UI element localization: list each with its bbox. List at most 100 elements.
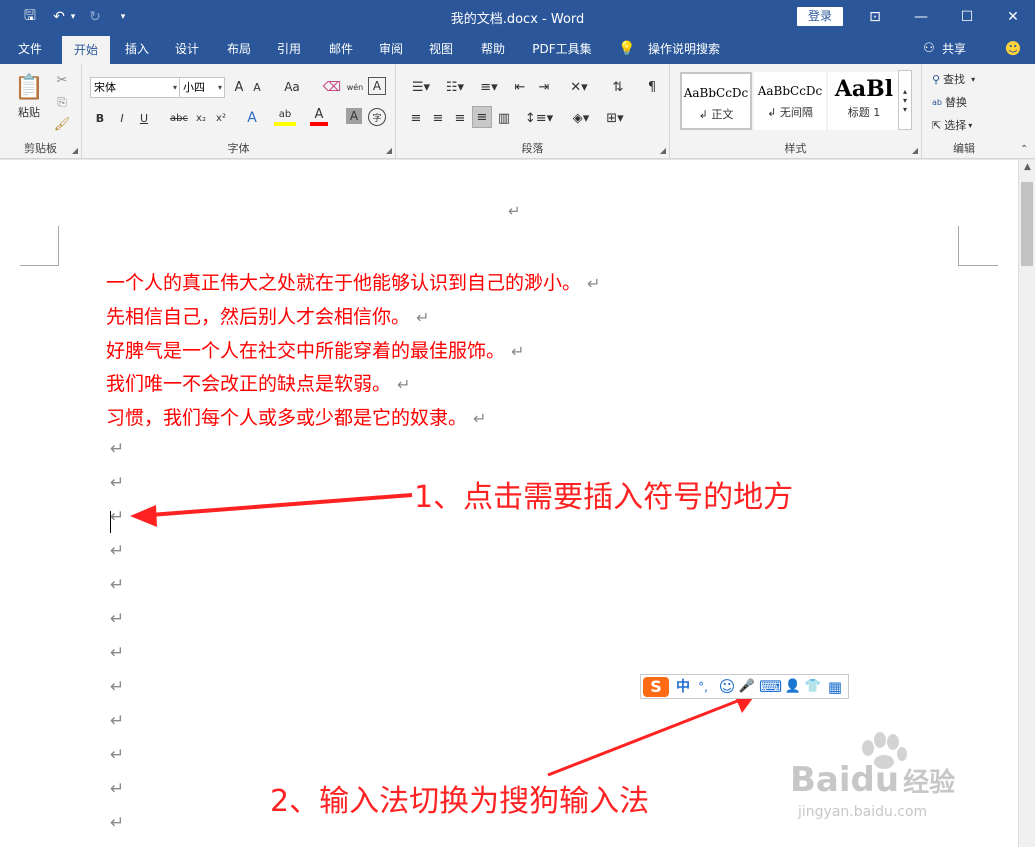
tab-review[interactable]: 审阅: [370, 34, 412, 64]
tab-mailings[interactable]: 邮件: [320, 34, 362, 64]
clear-formatting-icon[interactable]: ⌫: [322, 77, 342, 97]
tab-layout[interactable]: 布局: [218, 34, 260, 64]
enclose-characters-icon[interactable]: 字: [368, 108, 386, 126]
collapse-ribbon-icon[interactable]: ⌃: [1020, 144, 1028, 155]
numbering-icon[interactable]: ☷▾: [440, 77, 470, 97]
phonetic-guide-icon[interactable]: wén: [344, 77, 366, 97]
empty-paragraph-mark[interactable]: ↵: [110, 643, 124, 663]
distributed-icon[interactable]: ▥: [494, 108, 514, 128]
shading-icon[interactable]: ◈▾: [566, 108, 596, 128]
line-spacing-icon[interactable]: ↕≡▾: [524, 108, 554, 128]
superscript-button[interactable]: x²: [212, 108, 230, 128]
style-heading-1[interactable]: AaBl 标题 1: [828, 72, 900, 130]
asian-layout-icon[interactable]: ✕▾: [564, 77, 594, 97]
sort-icon[interactable]: ⇅: [608, 77, 628, 97]
bullets-icon[interactable]: ☰▾: [406, 77, 436, 97]
styles-gallery-scroll[interactable]: ▴ ▾ ▾: [898, 70, 912, 130]
close-button[interactable]: ✕: [990, 0, 1035, 34]
paste-button[interactable]: 粘贴: [10, 102, 48, 122]
character-border-icon[interactable]: A: [368, 77, 386, 95]
paste-icon[interactable]: 📋: [12, 72, 46, 102]
text-line[interactable]: 一个人的真正伟大之处就在于他能够认识到自己的渺小。 ↵: [106, 270, 600, 296]
grow-font-icon[interactable]: A: [230, 77, 248, 97]
smiley-feedback-icon[interactable]: ☻: [1002, 34, 1024, 64]
tab-design[interactable]: 设计: [166, 34, 208, 64]
styles-launcher-icon[interactable]: ◢: [912, 146, 918, 155]
change-case-icon[interactable]: Aa: [278, 77, 306, 97]
highlight-color-icon[interactable]: ab: [274, 106, 296, 126]
style-normal[interactable]: AaBbCcDc ↲ 正文: [680, 72, 752, 130]
login-button[interactable]: 登录: [797, 7, 843, 26]
tab-references[interactable]: 引用: [268, 34, 310, 64]
italic-button[interactable]: I: [114, 108, 130, 128]
empty-paragraph-mark[interactable]: ↵: [110, 677, 124, 697]
underline-button[interactable]: U: [136, 108, 152, 128]
find-button[interactable]: ⚲ 查找 ▾: [932, 69, 1002, 89]
align-left-icon[interactable]: ≡: [406, 108, 426, 128]
skin-icon[interactable]: 👕: [803, 677, 823, 697]
chinese-mode-toggle[interactable]: 中: [673, 677, 693, 697]
empty-paragraph-mark[interactable]: ↵: [110, 813, 124, 833]
clipboard-launcher-icon[interactable]: ◢: [72, 146, 78, 155]
font-name-combo[interactable]: 宋体 ▾: [90, 77, 180, 98]
replace-button[interactable]: ab 替换: [932, 92, 1002, 112]
empty-paragraph-mark[interactable]: ↵: [110, 541, 124, 561]
empty-paragraph-mark[interactable]: ↵: [110, 609, 124, 629]
text-line[interactable]: 习惯，我们每个人或多或少都是它的奴隶。 ↵: [106, 405, 486, 431]
scroll-up-icon[interactable]: ▲: [1019, 162, 1035, 172]
empty-paragraph-mark[interactable]: ↵: [110, 439, 124, 459]
minimize-button[interactable]: —: [898, 0, 944, 34]
empty-paragraph-mark[interactable]: ↵: [110, 711, 124, 731]
voice-icon[interactable]: 🎤: [737, 677, 757, 697]
toolbox-icon[interactable]: ▦: [825, 677, 845, 697]
bold-button[interactable]: B: [92, 108, 108, 128]
ribbon-display-options-icon[interactable]: ⊡: [852, 0, 898, 34]
text-effects-icon[interactable]: A: [242, 108, 262, 128]
sogou-ime-toolbar[interactable]: S 中 °, ☺ 🎤 ⌨ 👤 👕 ▦: [640, 674, 849, 699]
justify-icon[interactable]: ≡: [472, 106, 492, 128]
font-launcher-icon[interactable]: ◢: [386, 146, 392, 155]
text-line[interactable]: 我们唯一不会改正的缺点是软弱。 ↵: [106, 371, 410, 397]
shrink-font-icon[interactable]: A: [248, 77, 266, 97]
empty-paragraph-mark[interactable]: ↵: [110, 575, 124, 595]
emoji-icon[interactable]: ☺: [717, 677, 737, 697]
tab-help[interactable]: 帮助: [472, 34, 514, 64]
sogou-logo-icon[interactable]: S: [643, 677, 669, 697]
tab-file[interactable]: 文件: [8, 34, 52, 64]
empty-paragraph-mark[interactable]: ↵: [110, 507, 124, 527]
empty-paragraph-mark[interactable]: ↵: [110, 779, 124, 799]
font-color-icon[interactable]: A: [310, 106, 328, 126]
cut-icon[interactable]: ✂: [52, 70, 72, 90]
tab-home[interactable]: 开始: [62, 36, 110, 64]
align-right-icon[interactable]: ≡: [450, 108, 470, 128]
text-line[interactable]: 好脾气是一个人在社交中所能穿着的最佳服饰。 ↵: [106, 338, 524, 364]
punctuation-toggle[interactable]: °,: [693, 677, 713, 697]
font-size-combo[interactable]: 小四 ▾: [179, 77, 225, 98]
keyboard-icon[interactable]: ⌨: [759, 677, 782, 697]
scrollbar-thumb[interactable]: [1021, 182, 1033, 266]
tab-pdf-tools[interactable]: PDF工具集: [526, 34, 598, 64]
show-marks-icon[interactable]: ¶: [642, 77, 662, 97]
subscript-button[interactable]: x₂: [192, 108, 210, 128]
strikethrough-button[interactable]: abc: [168, 108, 190, 128]
share-button[interactable]: 共享: [938, 34, 970, 64]
align-center-icon[interactable]: ≡: [428, 108, 448, 128]
format-painter-icon[interactable]: 🖌: [52, 114, 72, 134]
empty-paragraph-mark[interactable]: ↵: [110, 473, 124, 493]
tell-me-search[interactable]: 操作说明搜索: [640, 34, 728, 64]
style-no-spacing[interactable]: AaBbCcDc ↲ 无间隔: [754, 72, 826, 130]
increase-indent-icon[interactable]: ⇥: [534, 77, 554, 97]
paragraph-launcher-icon[interactable]: ◢: [660, 146, 666, 155]
tab-insert[interactable]: 插入: [116, 34, 158, 64]
multilevel-list-icon[interactable]: ≡▾: [474, 77, 504, 97]
user-icon[interactable]: 👤: [783, 677, 803, 697]
text-line[interactable]: 先相信自己，然后别人才会相信你。 ↵: [106, 304, 429, 330]
character-shading-icon[interactable]: A: [346, 108, 362, 124]
decrease-indent-icon[interactable]: ⇤: [510, 77, 530, 97]
copy-icon[interactable]: ⎘: [52, 92, 72, 112]
tab-view[interactable]: 视图: [420, 34, 462, 64]
borders-icon[interactable]: ⊞▾: [600, 108, 630, 128]
maximize-button[interactable]: ☐: [944, 0, 990, 34]
empty-paragraph-mark[interactable]: ↵: [110, 745, 124, 765]
select-button[interactable]: ⇱ 选择 ▾: [932, 115, 1002, 135]
